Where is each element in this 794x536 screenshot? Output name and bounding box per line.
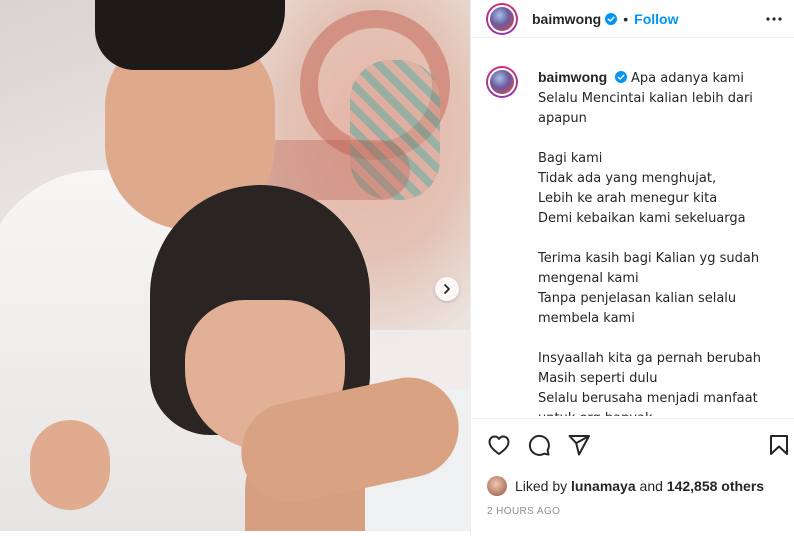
- comment-button[interactable]: [527, 433, 551, 457]
- more-options-icon[interactable]: [765, 11, 783, 27]
- post-sidebar: baimwong • Follow baimwong Apa adanya ka…: [470, 0, 794, 536]
- caption-text: Apa adanya kami Selalu Mencintai kalian …: [538, 71, 761, 416]
- post-header: baimwong • Follow: [471, 0, 794, 38]
- heart-icon: [488, 435, 510, 455]
- share-icon: [568, 435, 590, 456]
- post-photo[interactable]: [0, 0, 470, 531]
- likes-summary: Liked by lunamaya and 142,858 others: [487, 476, 764, 496]
- caption-section[interactable]: baimwong Apa adanya kami Selalu Mencinta…: [471, 60, 794, 416]
- share-button[interactable]: [567, 433, 591, 457]
- verified-badge-icon: [615, 71, 628, 83]
- verified-badge-icon: [605, 12, 618, 25]
- separator-dot: •: [623, 10, 629, 27]
- comment-icon: [528, 434, 550, 456]
- bookmark-icon: [770, 435, 788, 455]
- caption: baimwong Apa adanya kami Selalu Mencinta…: [538, 68, 783, 416]
- post-timestamp[interactable]: 2 HOURS AGO: [487, 506, 560, 517]
- follow-button[interactable]: Follow: [634, 11, 678, 27]
- avatar[interactable]: [486, 66, 518, 98]
- avatar[interactable]: [486, 2, 518, 35]
- like-button[interactable]: [487, 433, 511, 457]
- likes-conjunction: and: [639, 478, 663, 494]
- header-username[interactable]: baimwong: [532, 11, 601, 27]
- likes-count[interactable]: 142,858 others: [667, 478, 764, 494]
- chevron-right-icon: [444, 284, 450, 294]
- next-photo-button[interactable]: [435, 277, 459, 301]
- likes-prefix: Liked by: [515, 478, 568, 494]
- action-bar: [471, 418, 794, 466]
- save-button[interactable]: [767, 433, 791, 457]
- caption-username[interactable]: baimwong: [538, 69, 607, 85]
- man-hair: [95, 0, 285, 70]
- liked-by-user[interactable]: lunamaya: [571, 478, 636, 494]
- man-fist: [30, 420, 110, 510]
- avatar[interactable]: [487, 476, 507, 496]
